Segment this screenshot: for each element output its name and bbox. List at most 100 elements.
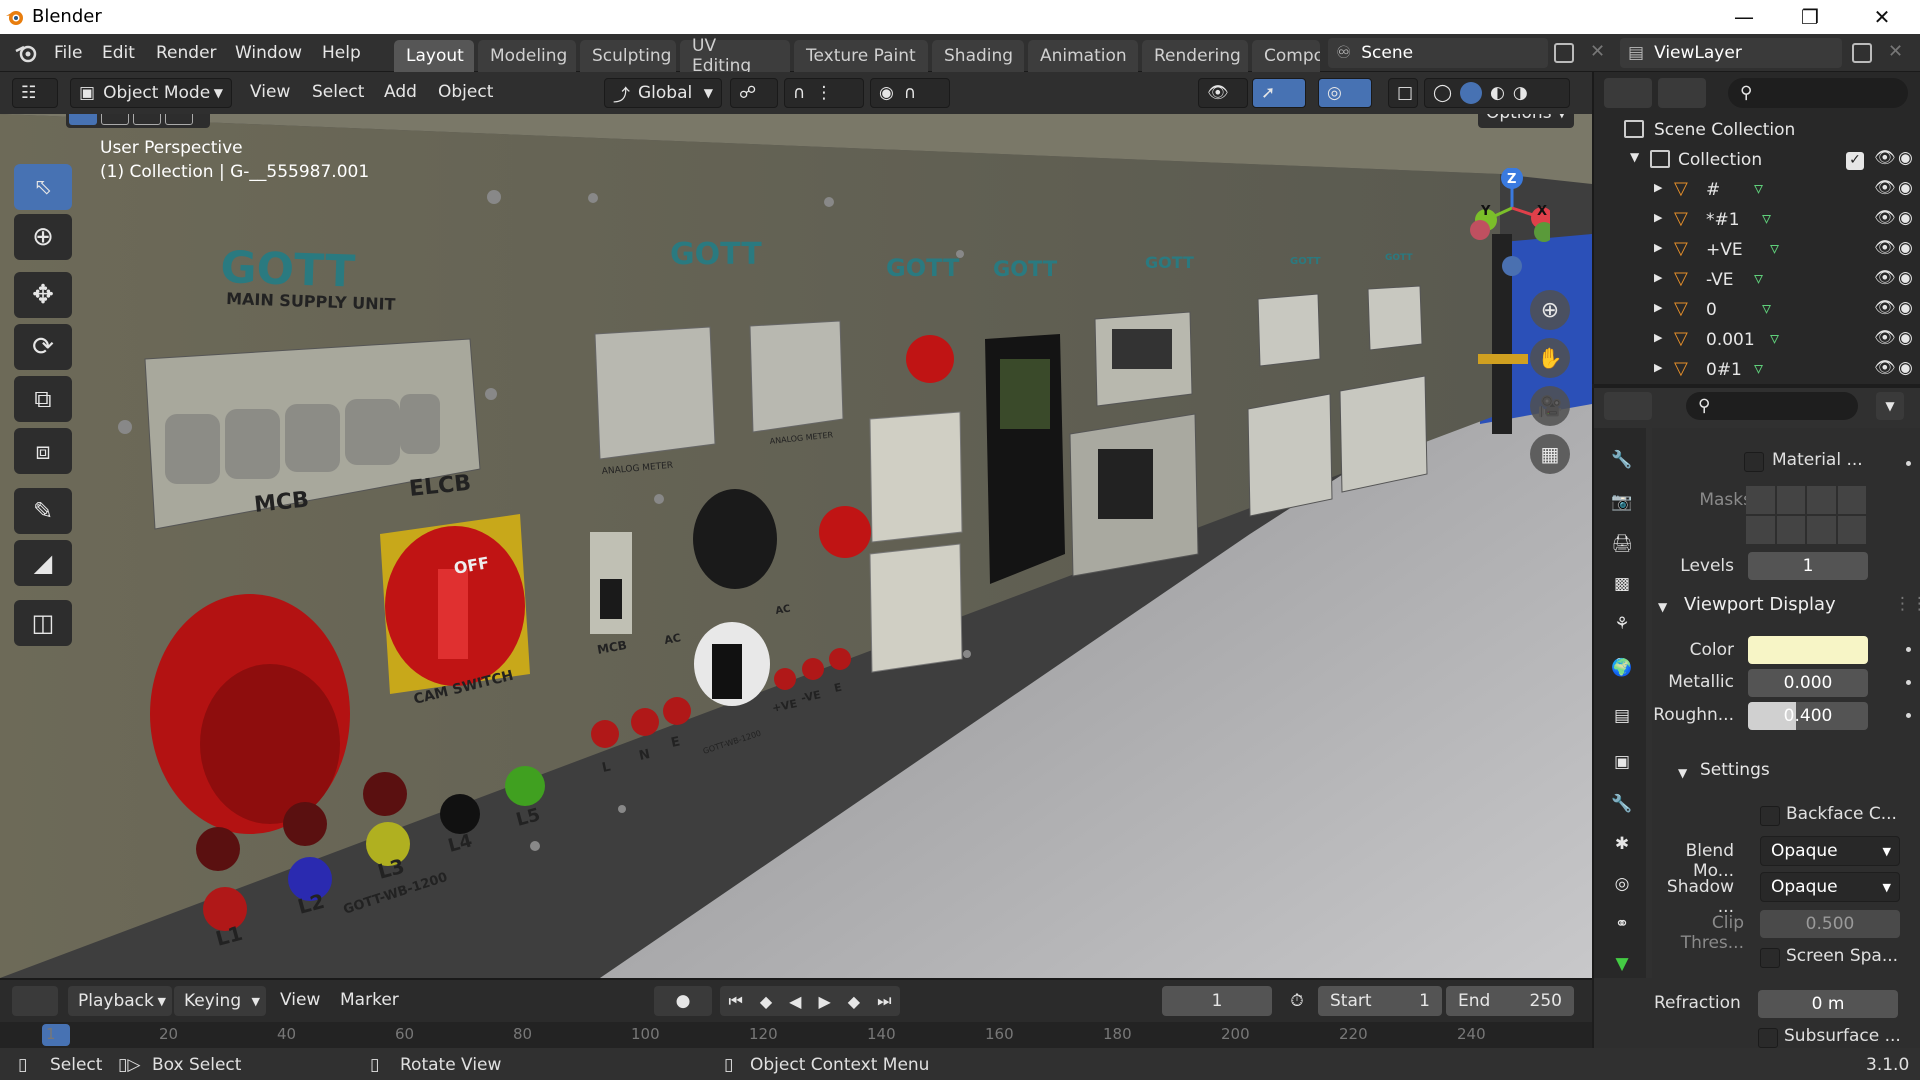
outliner-editor-type-icon[interactable] (1604, 78, 1652, 108)
next-keyframe-icon[interactable]: ◆ (848, 992, 860, 1011)
camera-render-icon[interactable]: ◉ (1898, 328, 1913, 348)
blender-menu-icon[interactable] (14, 42, 38, 64)
subsurface-checkbox[interactable] (1758, 1028, 1778, 1048)
camera-render-icon[interactable]: ◉ (1898, 208, 1913, 228)
menu-edit[interactable]: Edit (102, 43, 135, 63)
properties-editor-type-icon[interactable] (1604, 392, 1652, 420)
select-invert-icon[interactable] (165, 114, 193, 125)
tab-sculpting[interactable]: Sculpting (580, 40, 676, 72)
object-tab-icon[interactable]: ▣ (1604, 744, 1640, 780)
zoom-icon[interactable]: ⊕ (1530, 290, 1570, 330)
view-layer-tab-icon[interactable]: ▩ (1604, 566, 1640, 602)
color-swatch[interactable] (1748, 636, 1868, 664)
tab-shading[interactable]: Shading (932, 40, 1024, 72)
render-tab-icon[interactable]: 📷 (1604, 484, 1640, 520)
stopwatch-icon[interactable]: ⏱ (1280, 986, 1314, 1016)
eye-icon[interactable]: 👁 (1874, 148, 1896, 168)
play-reverse-icon[interactable]: ◀ (789, 992, 801, 1011)
cursor-tool[interactable]: ⊕ (14, 214, 72, 260)
annotate-tool[interactable]: ✎ (14, 488, 72, 534)
eye-icon[interactable]: 👁 (1874, 208, 1896, 228)
mesh-data-icon[interactable]: ▿ (1754, 178, 1763, 199)
eye-icon[interactable]: 👁 (1874, 268, 1896, 288)
physics-tab-icon[interactable]: ◎ (1604, 866, 1640, 902)
select-subtract-icon[interactable] (133, 114, 161, 125)
snap-button[interactable]: ∩ ⋮ (784, 78, 864, 108)
tab-animation[interactable]: Animation (1028, 40, 1138, 72)
expand-arrow-icon[interactable]: ▶ (1654, 241, 1662, 254)
expand-arrow-icon[interactable]: ▶ (1654, 331, 1662, 344)
mesh-data-icon[interactable]: ▿ (1754, 268, 1763, 289)
scene-tab-icon[interactable]: ⚘ (1604, 606, 1640, 642)
properties-search-input[interactable]: ⚲ (1686, 392, 1858, 420)
tab-modeling[interactable]: Modeling (478, 40, 576, 72)
outliner-search-input[interactable]: ⚲ (1728, 78, 1908, 108)
keyframe-dot-icon[interactable] (1906, 680, 1911, 685)
rendered-shading-icon[interactable]: ◑ (1513, 83, 1528, 103)
proportional-edit-button[interactable]: ◉ ∩ (870, 78, 950, 108)
camera-render-icon[interactable]: ◉ (1898, 298, 1913, 318)
collection-tab-icon[interactable]: ▤ (1604, 698, 1640, 734)
viewport-display-header[interactable]: Viewport Display (1684, 594, 1836, 615)
close-button[interactable]: ✕ (1852, 0, 1912, 34)
chevron-down-icon[interactable]: ▼ (1876, 392, 1904, 420)
mesh-data-icon[interactable]: ▿ (1770, 238, 1779, 259)
modifier-wrench-icon[interactable]: 🔧 (1604, 786, 1640, 822)
eye-icon[interactable]: 👁 (1874, 238, 1896, 258)
view-layer-selector[interactable]: ▤ ViewLayer (1620, 38, 1842, 68)
new-scene-icon[interactable] (1554, 43, 1574, 63)
outliner-row-object[interactable]: ▶ ▽ +VE ▿ 👁 ◉ (1594, 236, 1920, 266)
tab-uv-editing[interactable]: UV Editing (680, 36, 790, 76)
timeline-menu-marker[interactable]: Marker (340, 990, 399, 1010)
delete-view-layer-icon[interactable]: ✕ (1888, 41, 1903, 62)
perspective-grid-icon[interactable]: ▦ (1530, 434, 1570, 474)
expand-arrow-icon[interactable]: ▶ (1654, 301, 1662, 314)
navigation-gizmo[interactable]: Z Y X (1460, 168, 1550, 288)
menu-help[interactable]: Help (322, 43, 361, 63)
scene-selector[interactable]: ♾ Scene (1328, 38, 1548, 68)
move-tool[interactable]: ✥ (14, 272, 72, 318)
camera-render-icon[interactable]: ◉ (1898, 238, 1913, 258)
end-frame-field[interactable]: End 250 (1446, 986, 1574, 1016)
solid-shading-icon[interactable] (1460, 82, 1483, 104)
eye-icon[interactable]: 👁 (1874, 178, 1896, 198)
expand-arrow-icon[interactable]: ▶ (1654, 181, 1662, 194)
world-tab-icon[interactable]: 🌍 (1604, 650, 1640, 686)
chevron-down-icon[interactable]: ▼ (1658, 600, 1667, 614)
camera-icon[interactable]: 🎥 (1530, 386, 1570, 426)
select-new-icon[interactable] (69, 114, 97, 125)
viewport-menu-add[interactable]: Add (384, 82, 417, 102)
levels-field[interactable]: 1 (1748, 552, 1868, 580)
3d-viewport[interactable]: GOTT MAIN SUPPLY UNIT MCB ELCB OFF CAM S… (0, 114, 1592, 978)
play-icon[interactable]: ▶ (818, 992, 830, 1011)
outliner-row-object[interactable]: ▶ ▽ *#1 ▿ 👁 ◉ (1594, 206, 1920, 236)
menu-render[interactable]: Render (156, 43, 217, 63)
viewport-menu-object[interactable]: Object (438, 82, 493, 102)
shadow-mode-dropdown[interactable]: Opaque ▼ (1760, 872, 1900, 902)
output-tab-icon[interactable]: 🖨 (1604, 526, 1640, 562)
tab-layout[interactable]: Layout (394, 40, 474, 72)
eye-icon[interactable]: 👁 (1874, 328, 1896, 348)
menu-window[interactable]: Window (235, 43, 302, 63)
viewport-menu-select[interactable]: Select (312, 82, 364, 102)
keyframe-dot-icon[interactable] (1906, 647, 1911, 652)
mesh-data-icon[interactable]: ▿ (1762, 208, 1771, 229)
scale-tool[interactable]: ⧉ (14, 376, 72, 422)
eye-icon[interactable]: 👁 (1874, 298, 1896, 318)
camera-render-icon[interactable]: ◉ (1898, 358, 1913, 378)
material-shading-icon[interactable]: ◐ (1490, 83, 1505, 103)
tab-rendering[interactable]: Rendering (1142, 40, 1248, 72)
mesh-data-icon[interactable]: ▿ (1762, 298, 1771, 319)
eye-icon[interactable]: 👁 (1874, 358, 1896, 378)
mesh-data-icon[interactable]: ▿ (1770, 328, 1779, 349)
camera-render-icon[interactable]: ◉ (1898, 268, 1913, 288)
mode-dropdown[interactable]: ▣ Object Mode ▼ (70, 78, 232, 108)
clip-threshold-field[interactable]: 0.500 (1760, 910, 1900, 938)
tool-tab-icon[interactable]: 🔧 (1604, 442, 1640, 478)
outliner-row-object[interactable]: ▶ ▽ 0#1 ▿ 👁 ◉ (1594, 356, 1920, 386)
timeline-editor-type-icon[interactable] (12, 986, 58, 1016)
outliner-row-scene-collection[interactable]: Scene Collection (1594, 116, 1920, 146)
settings-header[interactable]: Settings (1700, 760, 1770, 780)
measure-tool[interactable]: ◢ (14, 540, 72, 586)
current-frame-field[interactable]: 1 (1162, 986, 1272, 1016)
